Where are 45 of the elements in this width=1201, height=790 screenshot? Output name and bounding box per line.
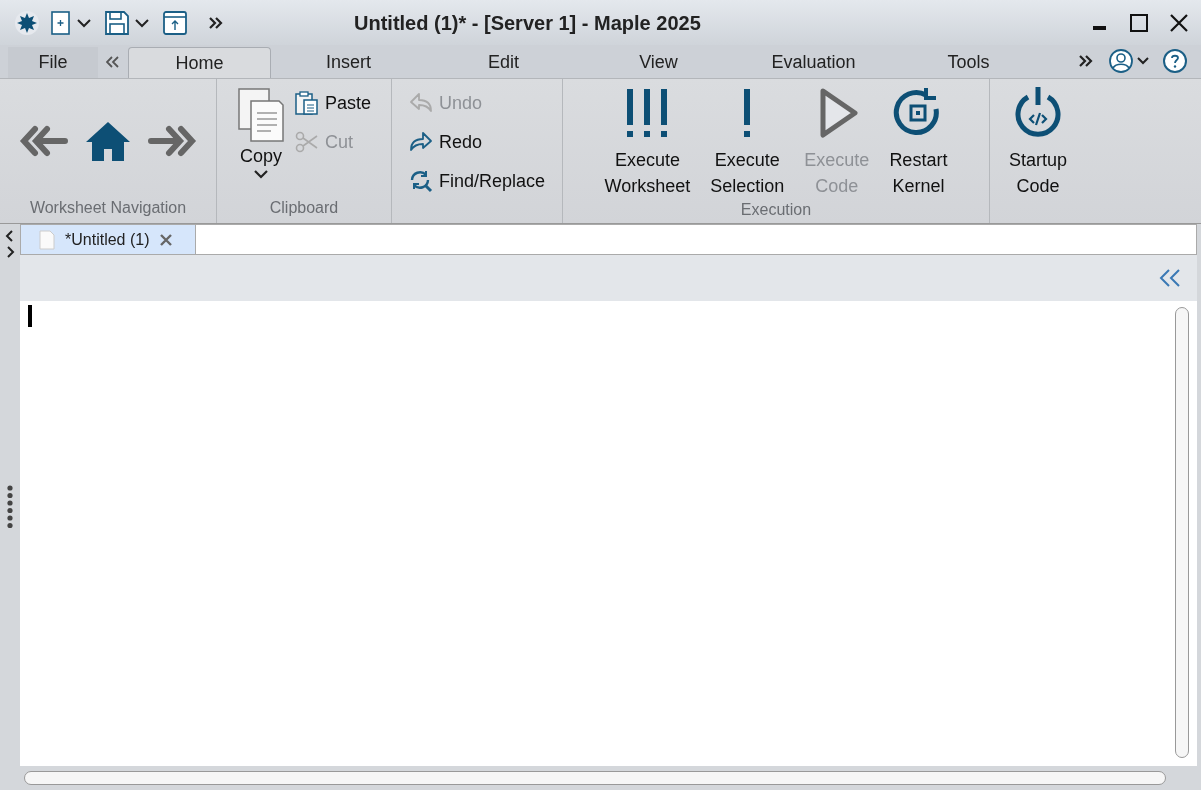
group-label: Worksheet Navigation (29, 199, 187, 218)
find-replace-icon (408, 169, 433, 193)
ribbon-button[interactable]: Startup Code (1002, 83, 1073, 201)
ribbon-button[interactable]: Execute Selection (704, 83, 791, 201)
ribbon-button[interactable]: Restart Kernel (883, 83, 954, 201)
ribbon-tab[interactable]: Edit (426, 47, 581, 78)
drag-handle-icon[interactable] (6, 484, 14, 530)
ribbon-tab[interactable]: View (581, 47, 736, 78)
maximize-icon[interactable] (1129, 12, 1149, 33)
save-icon[interactable] (104, 9, 152, 36)
ribbon-tab[interactable]: Home (128, 47, 271, 78)
ribbon-button[interactable]: Execute Worksheet (598, 83, 697, 201)
copy-icon (237, 87, 285, 143)
group-label: Clipboard (269, 199, 339, 218)
copy-button[interactable]: Copy (235, 83, 287, 183)
document-tab[interactable]: *Untitled (1) (21, 225, 197, 254)
new-document-icon[interactable] (50, 10, 94, 35)
ribbon-button[interactable]: Find/Replace (406, 163, 548, 199)
window-title: Untitled (1)* - [Server 1] - Maple 2025 (354, 12, 701, 35)
ribbon-tab[interactable]: File (8, 47, 98, 78)
vertical-scrollbar[interactable] (1175, 307, 1189, 758)
help-icon[interactable] (1162, 48, 1188, 74)
ribbon-tab[interactable]: Tools (891, 47, 1046, 78)
text-cursor (28, 305, 32, 327)
paste-icon (295, 91, 319, 115)
user-account-icon[interactable] (1108, 48, 1152, 74)
more-chevron-icon[interactable] (1078, 54, 1094, 68)
group-label: Execution (740, 201, 812, 220)
ribbon-tab[interactable]: Evaluation (736, 47, 891, 78)
redo-icon (408, 130, 433, 154)
collapse-chevron-icon[interactable] (106, 56, 120, 68)
more-chevron-icon[interactable] (208, 15, 224, 30)
ribbon-tab[interactable]: Insert (271, 47, 426, 78)
upload-window-icon[interactable] (162, 9, 188, 36)
caret-icon (253, 169, 269, 179)
undo-icon (408, 91, 433, 115)
ribbon-button[interactable]: Redo (406, 124, 548, 160)
close-icon[interactable] (1169, 12, 1189, 33)
chevron-left-icon[interactable] (5, 230, 15, 242)
ribbon-button[interactable]: Paste (293, 85, 373, 121)
horizontal-scrollbar[interactable] (24, 771, 1166, 785)
document-icon (39, 229, 55, 250)
scissors-icon (295, 130, 319, 154)
collapse-chevron-icon[interactable] (1159, 268, 1181, 288)
chevron-right-icon[interactable] (5, 246, 15, 258)
